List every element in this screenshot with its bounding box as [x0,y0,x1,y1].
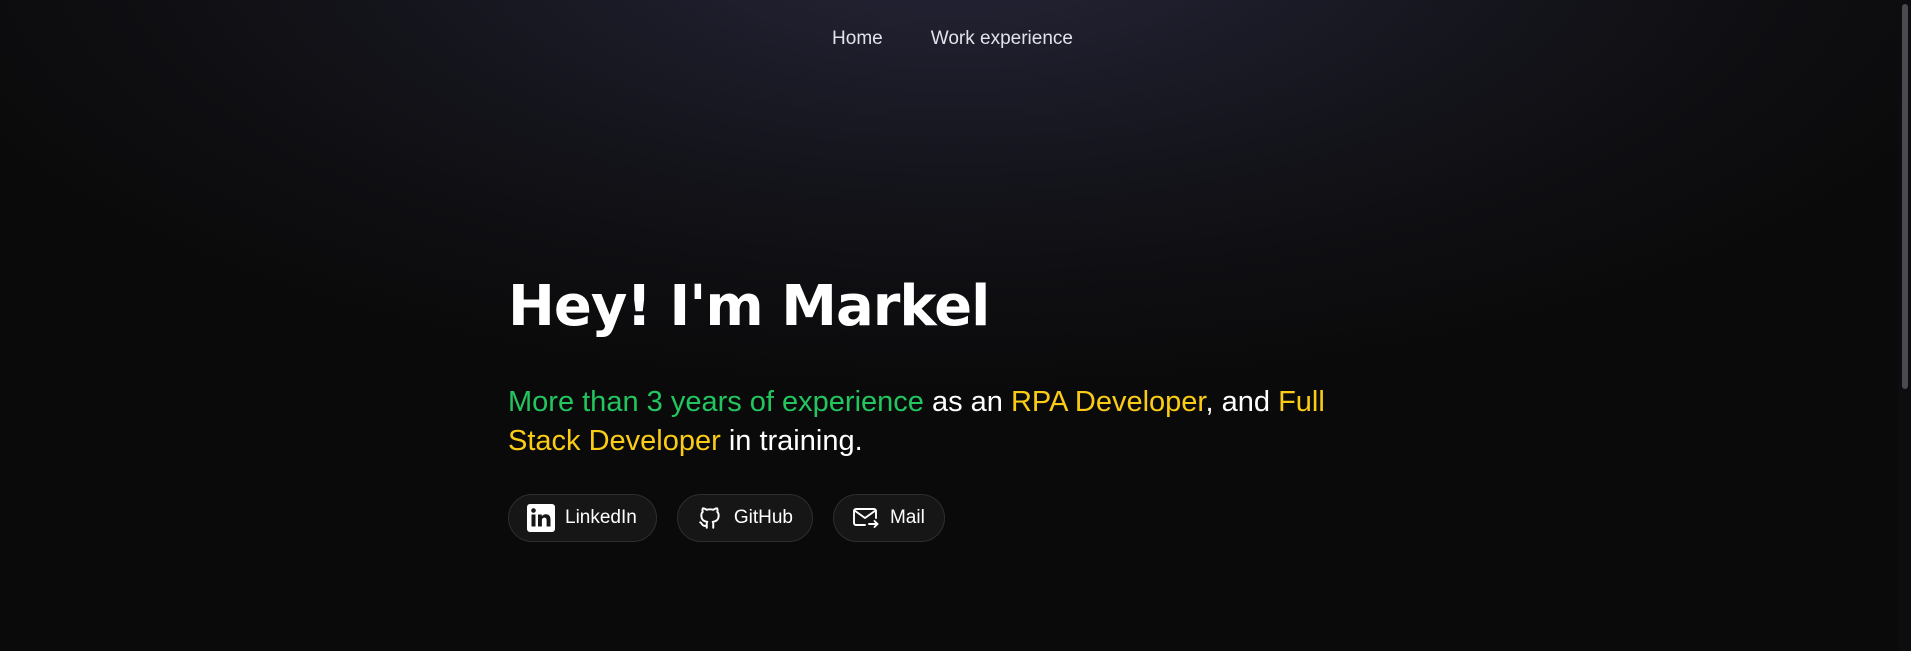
mail-button[interactable]: Mail [832,494,945,543]
nav-home-link[interactable]: Home [832,28,883,50]
github-icon [696,504,724,532]
github-label: GitHub [733,507,793,529]
social-links: LinkedIn GitHub Mail [508,494,1388,543]
page-scrollbar[interactable] [1898,0,1911,651]
tagline-experience-highlight: More than 3 years of experience [508,386,924,419]
linkedin-icon [527,504,555,533]
linkedin-label: LinkedIn [565,507,637,529]
nav-work-experience-link[interactable]: Work experience [931,28,1073,50]
hero-title: Hey! I'm Markel [508,274,990,339]
tagline-text: in training. [720,425,863,458]
tagline-text: , and [1205,386,1279,419]
scrollbar-thumb[interactable] [1902,4,1908,389]
mail-label: Mail [889,507,925,529]
top-nav: Home Work experience [0,0,1911,78]
tagline-text: as an [923,386,1011,419]
hero-tagline: More than 3 years of experience as an RP… [508,383,1388,461]
github-button[interactable]: GitHub [676,494,813,543]
hero-section: Hey! I'm Markel More than 3 years of exp… [508,274,1388,543]
mail-icon [852,504,880,532]
linkedin-button[interactable]: LinkedIn [508,494,657,543]
tagline-rpa-highlight: RPA Developer [1010,386,1206,419]
